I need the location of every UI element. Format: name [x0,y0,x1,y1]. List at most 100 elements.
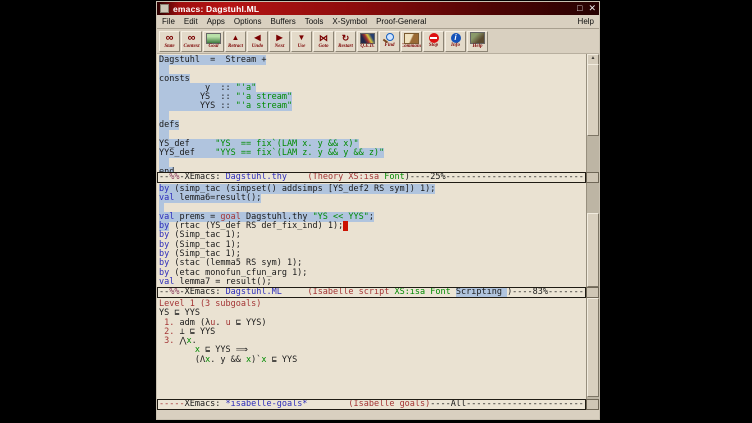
toolbar-button-find[interactable]: Find [379,31,400,52]
text-segment [282,287,308,297]
menu-item-buffers[interactable]: Buffers [271,17,296,26]
modeline-isabelle-goals: -----XEmacs: *isabelle-goals* (Isabelle … [157,399,586,410]
text-segment [287,172,307,182]
text-segment: lemma6=result(); [174,193,261,203]
toolbar-button-info[interactable]: Info [445,31,466,52]
toolbar-button-label: Info [451,43,460,49]
right-triangle-icon [276,33,282,44]
text-segment: ⊑ YYS) [231,318,267,328]
text-line [159,158,586,167]
title-bar[interactable]: emacs: Dagstuhl.ML □ ✕ [157,2,599,15]
text-segment: %% [169,287,179,297]
toolbar-button-retract[interactable]: Retract [225,31,246,52]
toolbar-button-label: Help [473,44,483,50]
toolbar-button-label: State [164,44,174,50]
magnifier-icon [383,33,396,43]
text-segment: XEmacs: [185,399,226,409]
toolbar-button-label: Undo [252,44,263,50]
menu-item-edit[interactable]: Edit [184,17,198,26]
modeline-row-goals: -----XEmacs: *isabelle-goals* (Isabelle … [157,399,599,410]
text-line: val lemma6=result(); [159,194,586,203]
text-segment: val [159,277,174,287]
toolbar-button-restart[interactable]: Restart [335,31,356,52]
text-line: 1. adm (λu. u ⊑ YYS) [159,319,586,328]
toolbar-button-use[interactable]: Use [291,31,312,52]
window-menu-button[interactable] [160,4,169,13]
scrollbar-thumb[interactable] [587,213,599,287]
toolbar-button-context[interactable]: Context [181,31,202,52]
text-segment: lemma7 = result(); [174,277,271,287]
toolbar-button-command[interactable]: Command [401,31,422,52]
text-segment: )----83%--------------------------------… [507,287,586,297]
echo-area[interactable] [157,410,599,419]
qed-picture-icon [360,33,375,44]
toolbar-button-label: Goto [319,44,329,50]
menu-item-apps[interactable]: Apps [207,17,225,26]
text-segment: . [215,318,225,328]
buffer-dagstuhl-ml[interactable]: by (simp_tac (simpset() addsimps [YS_def… [157,183,586,287]
scrollbar-nub[interactable] [586,399,599,410]
text-segment: ----All---------------------------------… [430,399,586,409]
buffer-dagstuhl-thy[interactable]: Dagstuhl = Stream + consts y :: "'a" YS … [157,54,586,172]
menu-item-options[interactable]: Options [234,17,262,26]
text-line: defs [159,121,586,130]
menu-item-xsymbol[interactable]: X-Symbol [332,17,367,26]
scrollbar-ml[interactable] [586,183,599,287]
toolbar-button-next[interactable]: Next [269,31,290,52]
scrollbar-nub[interactable] [586,172,599,183]
toolbar-button-stop[interactable]: Stop [423,31,444,52]
menu-item-file[interactable]: File [162,17,175,26]
toolbar-button-label: Restart [338,44,353,50]
text-line: --%%-XEmacs: Dagstuhl.thy (Theory XS:isa… [159,173,584,182]
toolbar-button-state[interactable]: State [159,31,180,52]
text-segment: . y && [210,355,246,365]
modeline-row-ml: --%%-XEmacs: Dagstuhl.ML (Isabelle scrip… [157,287,599,298]
text-segment [159,157,169,167]
info-icon [451,33,461,43]
text-line: Level 1 (3 subgoals) [159,300,586,309]
modeline-row-thy: --%%-XEmacs: Dagstuhl.thy (Theory XS:isa… [157,172,599,183]
modeline-dagstuhl-ml: --%%-XEmacs: Dagstuhl.ML (Isabelle scrip… [157,287,586,298]
text-line: -----XEmacs: *isabelle-goals* (Isabelle … [159,400,584,409]
text-cursor [343,221,348,231]
text-segment: -- [159,287,169,297]
toolbar-button-goal[interactable]: Goal [203,31,224,52]
toolbar-button-qed[interactable]: Q.E.D. [357,31,378,52]
toolbar-button-help[interactable]: Help [467,31,488,52]
text-segment: Dagstuhl = Stream + [159,55,266,65]
maximize-icon[interactable]: □ [577,4,582,13]
text-segment: (Theory XS:isa [307,172,384,182]
text-segment: Scripting [456,287,507,297]
toolbar-button-goto[interactable]: Goto [313,31,334,52]
modeline-dagstuhl-thy: --%%-XEmacs: Dagstuhl.thy (Theory XS:isa… [157,172,586,183]
scrollbar-thumb[interactable] [587,64,599,136]
text-line [159,112,586,121]
scrollbar-thy[interactable]: ▲ [586,54,599,172]
help-picture-icon [470,32,485,44]
scrollbar-goals[interactable] [586,298,599,399]
buffer-isabelle-goals[interactable]: Level 1 (3 subgoals)YS ⊑ YYS 1. adm (λu.… [157,298,586,399]
text-segment: ; [369,212,374,222]
toolbar-button-label: Stop [429,43,438,49]
xemacs-window: emacs: Dagstuhl.ML □ ✕ File Edit Apps Optio… [156,1,600,420]
text-line: val lemma7 = result(); [159,278,586,287]
toolbar-button-label: Goal [209,44,219,50]
menu-item-help[interactable]: Help [578,17,594,26]
pane-dagstuhl-thy: Dagstuhl = Stream + consts y :: "'a" YS … [157,54,599,172]
text-line: YYS_def "YYS == fix`(LAM z. y && y && z)… [159,149,586,158]
text-line: YYS :: "'a stream" [159,102,586,111]
text-line: (Λx. y && x)`x ⊑ YYS [159,356,586,365]
text-segment: %% [169,172,179,182]
scrollbar-thumb[interactable] [587,298,599,397]
scrollbar-nub[interactable] [586,287,599,298]
toolbar-button-undo[interactable]: Undo [247,31,268,52]
menu-item-tools[interactable]: Tools [305,17,324,26]
window-title: emacs: Dagstuhl.ML [173,4,573,14]
menu-item-proofgeneral[interactable]: Proof-General [376,17,426,26]
text-segment: YYS :: [159,101,236,111]
close-icon[interactable]: ✕ [588,4,596,13]
toolbar-button-label: Q.E.D. [360,44,374,50]
left-triangle-icon [254,33,260,44]
text-segment: ----- [159,399,185,409]
text-segment: (Isabelle goals) [348,399,430,409]
